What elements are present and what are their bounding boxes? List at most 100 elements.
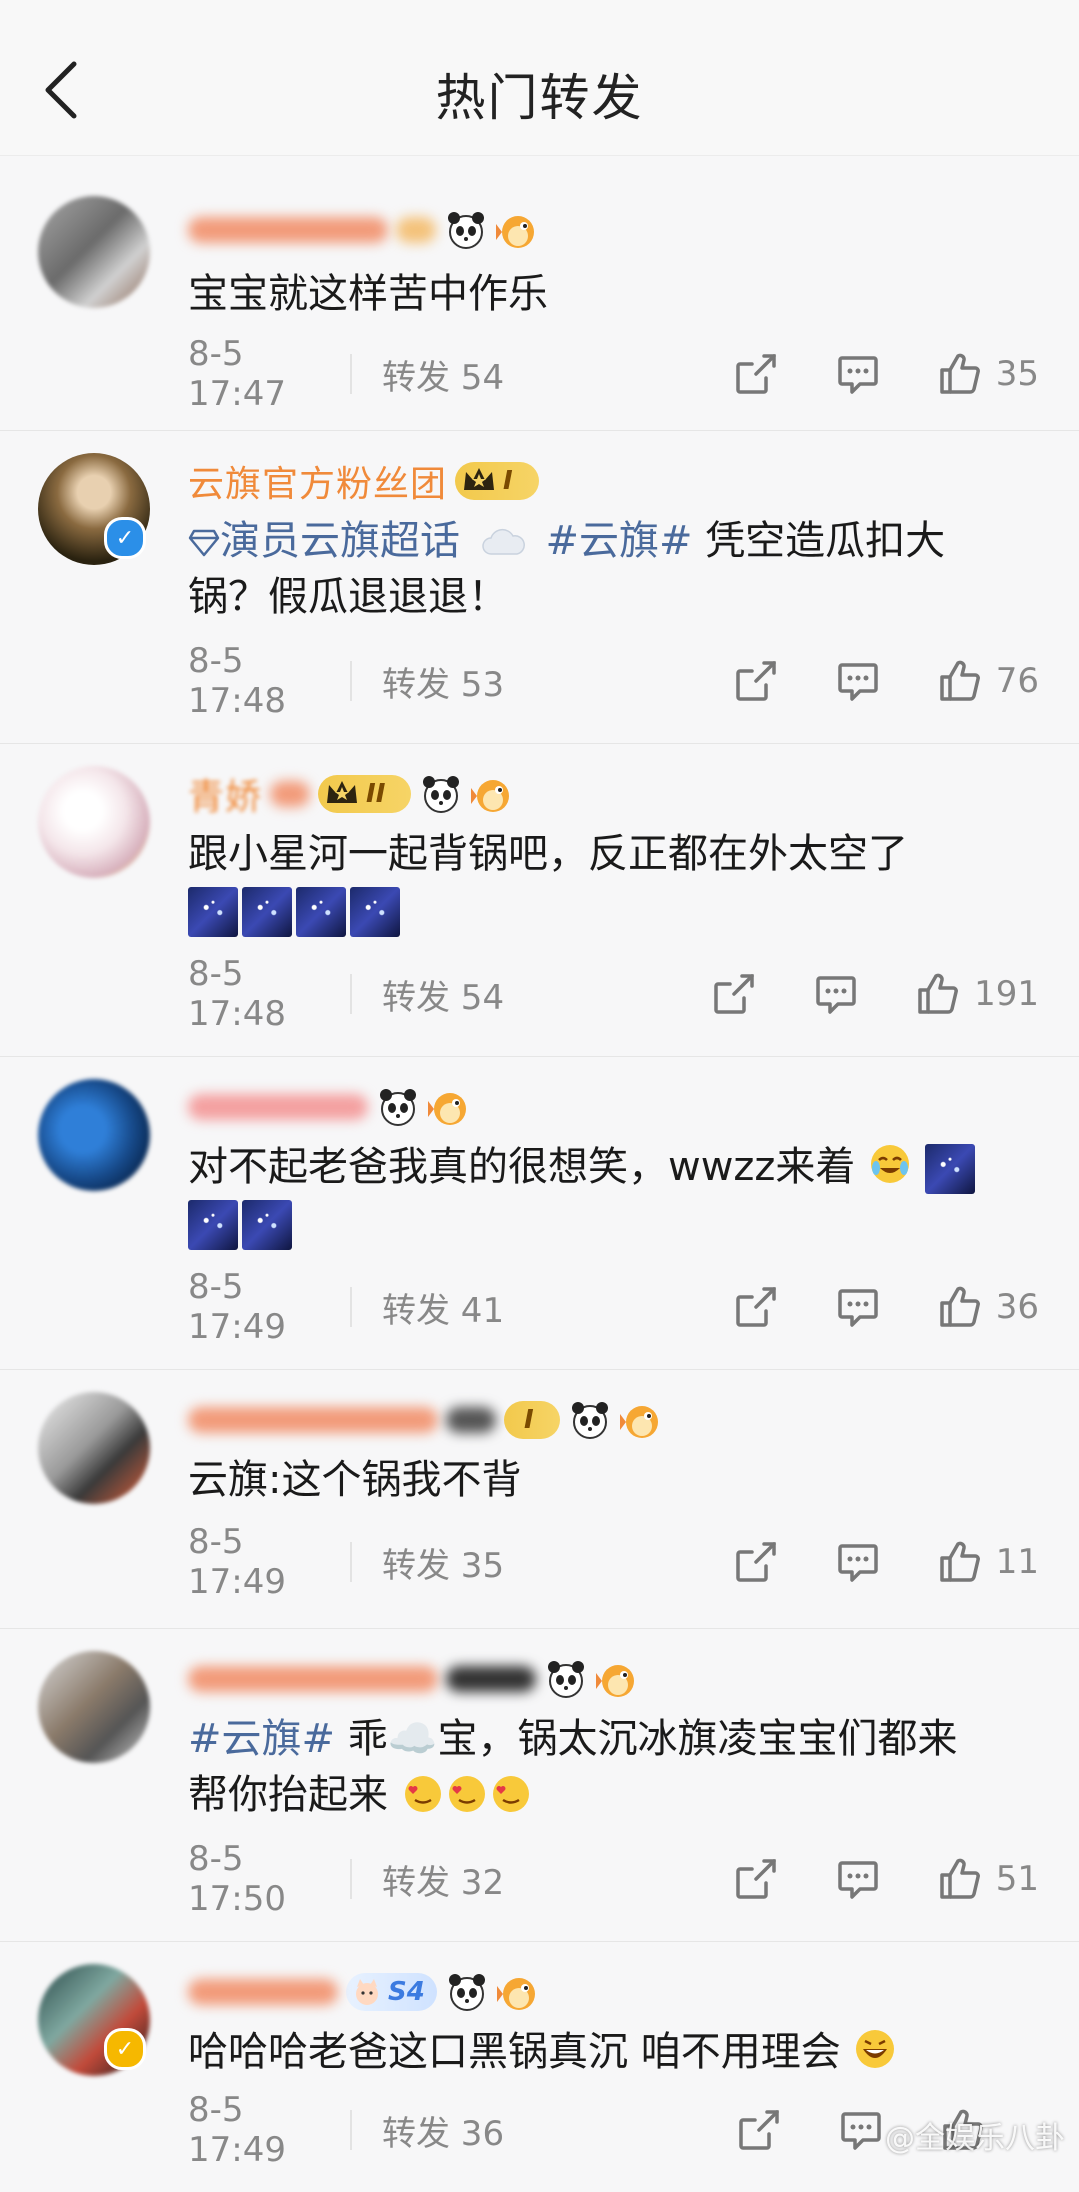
diamond-icon: [188, 529, 220, 557]
list-item: I 云旗:这个锅我不背 8-5 17:49 转发 35 11: [0, 1370, 1079, 1629]
share-icon[interactable]: [734, 1285, 778, 1329]
share-icon[interactable]: [734, 659, 778, 703]
like-button[interactable]: 191: [916, 972, 1039, 1016]
thumbs-up-icon: [939, 1541, 980, 1582]
share-icon[interactable]: [712, 972, 756, 1016]
list-item: #云旗# 乖☁️宝，锅太沉冰旗凌宝宝们都来 帮你抬起来 8-5 17:50 转发…: [0, 1629, 1079, 1942]
like-count: 191: [974, 974, 1039, 1014]
like-count: 35: [995, 354, 1039, 394]
like-count: 36: [995, 1287, 1039, 1327]
like-count: 76: [995, 661, 1039, 701]
avatar[interactable]: [38, 766, 150, 878]
verified-icon: ✓: [104, 2028, 146, 2070]
fan-level-badge: I: [504, 1401, 560, 1439]
list-item: 宝宝就这样苦中作乐 8-5 17:47 转发 54 35: [0, 168, 1079, 431]
comment-text: 演员云旗超话 #云旗# 凭空造瓜扣大 锅？假瓜退退退！: [188, 513, 1039, 625]
share-icon[interactable]: [734, 352, 778, 396]
share-icon[interactable]: [734, 1540, 778, 1584]
repost-count[interactable]: 转发 35: [382, 1538, 504, 1587]
pufferfish-badge-icon: [496, 1970, 541, 2014]
comment-icon[interactable]: [836, 1857, 880, 1901]
like-button[interactable]: 11: [938, 1540, 1039, 1584]
thumbs-up-icon: [939, 353, 980, 394]
pufferfish-badge-icon: [471, 772, 515, 816]
panda-badge-icon: [444, 208, 488, 252]
timestamp: 8-5 17:49: [188, 1267, 286, 1347]
fan-level-badge: II: [318, 775, 412, 813]
repost-count[interactable]: 转发 54: [382, 350, 504, 399]
timestamp: 8-5 17:48: [188, 954, 286, 1034]
top-bar: 热门转发: [0, 0, 1079, 156]
repost-count[interactable]: 转发 53: [382, 657, 504, 706]
username-row[interactable]: [188, 1651, 640, 1707]
meta-row: 8-5 17:49 转发 41 36: [188, 1267, 1039, 1347]
share-icon[interactable]: [737, 2108, 781, 2152]
comment-text: 哈哈哈老爸这口黑锅真沉 咱不用理会: [188, 2024, 1039, 2080]
like-button[interactable]: 51: [938, 1857, 1039, 1901]
crying-laugh-emoji: [868, 1144, 925, 1190]
panda-badge-icon: [568, 1398, 612, 1442]
comment-icon[interactable]: [836, 659, 880, 703]
repost-count[interactable]: 转发 41: [382, 1283, 504, 1332]
repost-count[interactable]: 转发 32: [382, 1855, 504, 1904]
love-face-emoji: [388, 1772, 533, 1818]
repost-count[interactable]: 转发 36: [382, 2106, 504, 2155]
username-row[interactable]: [188, 202, 540, 258]
watermark: @全娱乐八卦: [885, 2121, 1065, 2156]
meta-row: 8-5 17:48 转发 54 191: [188, 954, 1039, 1034]
space-sticker-image: [188, 887, 404, 937]
username-row[interactable]: [188, 1079, 472, 1135]
avatar[interactable]: [38, 1079, 150, 1191]
thumbs-up-icon: [939, 1286, 980, 1327]
repost-count[interactable]: 转发 54: [382, 970, 504, 1019]
like-button[interactable]: 35: [938, 352, 1039, 396]
thumbs-up-icon: [939, 1858, 980, 1899]
pufferfish-badge-icon: [428, 1085, 472, 1129]
comment-icon[interactable]: [814, 972, 858, 1016]
avatar[interactable]: [38, 196, 150, 308]
panda-badge-icon: [445, 1970, 489, 2014]
username-row[interactable]: S4: [188, 1964, 541, 2020]
super-topic-link[interactable]: 演员云旗超话: [188, 518, 460, 564]
comment-icon[interactable]: [836, 1540, 880, 1584]
thumbs-up-icon: [939, 660, 980, 701]
comment-text: 对不起老爸我真的很想笑，wwzz来着: [188, 1139, 1039, 1251]
cloud-emoji: [479, 513, 527, 569]
panda-badge-icon: [376, 1085, 420, 1129]
space-sticker-image: [924, 1144, 975, 1194]
avatar[interactable]: [38, 1392, 150, 1504]
panda-badge-icon: [544, 1657, 588, 1701]
action-group: 11: [734, 1532, 1039, 1592]
comment-icon[interactable]: [836, 352, 880, 396]
comment-text: 云旗:这个锅我不背: [188, 1457, 522, 1503]
comment-text: 跟小星河一起背锅吧，反正都在外太空了: [188, 826, 1039, 938]
like-count: 51: [995, 1859, 1039, 1899]
pufferfish-badge-icon: [596, 1657, 640, 1701]
like-button[interactable]: 76: [938, 659, 1039, 703]
page-title: 热门转发: [435, 69, 644, 127]
like-button[interactable]: 36: [938, 1285, 1039, 1329]
username: 云旗官方粉丝团: [188, 464, 448, 505]
comment-icon[interactable]: [836, 1285, 880, 1329]
action-group: 36: [734, 1277, 1039, 1337]
meta-row: 8-5 17:47 转发 54 35: [188, 334, 1039, 414]
username-row[interactable]: 青娇 II: [188, 766, 515, 822]
action-group: 51: [734, 1849, 1039, 1909]
username-row[interactable]: I: [188, 1392, 664, 1448]
fan-level-badge: I: [455, 462, 539, 500]
pufferfish-badge-icon: [496, 208, 540, 252]
comment-text: 宝宝就这样苦中作乐: [188, 271, 548, 317]
timestamp: 8-5 17:47: [188, 334, 286, 414]
hashtag-link[interactable]: #云旗#: [188, 1716, 335, 1762]
username-row[interactable]: 云旗官方粉丝团 I: [188, 453, 539, 509]
action-group: 35: [734, 344, 1039, 404]
action-group: 191: [712, 964, 1039, 1024]
share-icon[interactable]: [734, 1857, 778, 1901]
comment-icon[interactable]: [839, 2108, 883, 2152]
meta-row: 8-5 17:49 转发 35 11: [188, 1522, 1039, 1602]
timestamp: 8-5 17:49: [188, 1522, 286, 1602]
timestamp: 8-5 17:49: [188, 2090, 286, 2170]
avatar[interactable]: [38, 1651, 150, 1763]
hashtag-link[interactable]: #云旗#: [545, 518, 692, 564]
list-item: 青娇 II 跟小星河一起背锅吧，反正都在外太空了 8-5 17:48 转发 54: [0, 744, 1079, 1057]
